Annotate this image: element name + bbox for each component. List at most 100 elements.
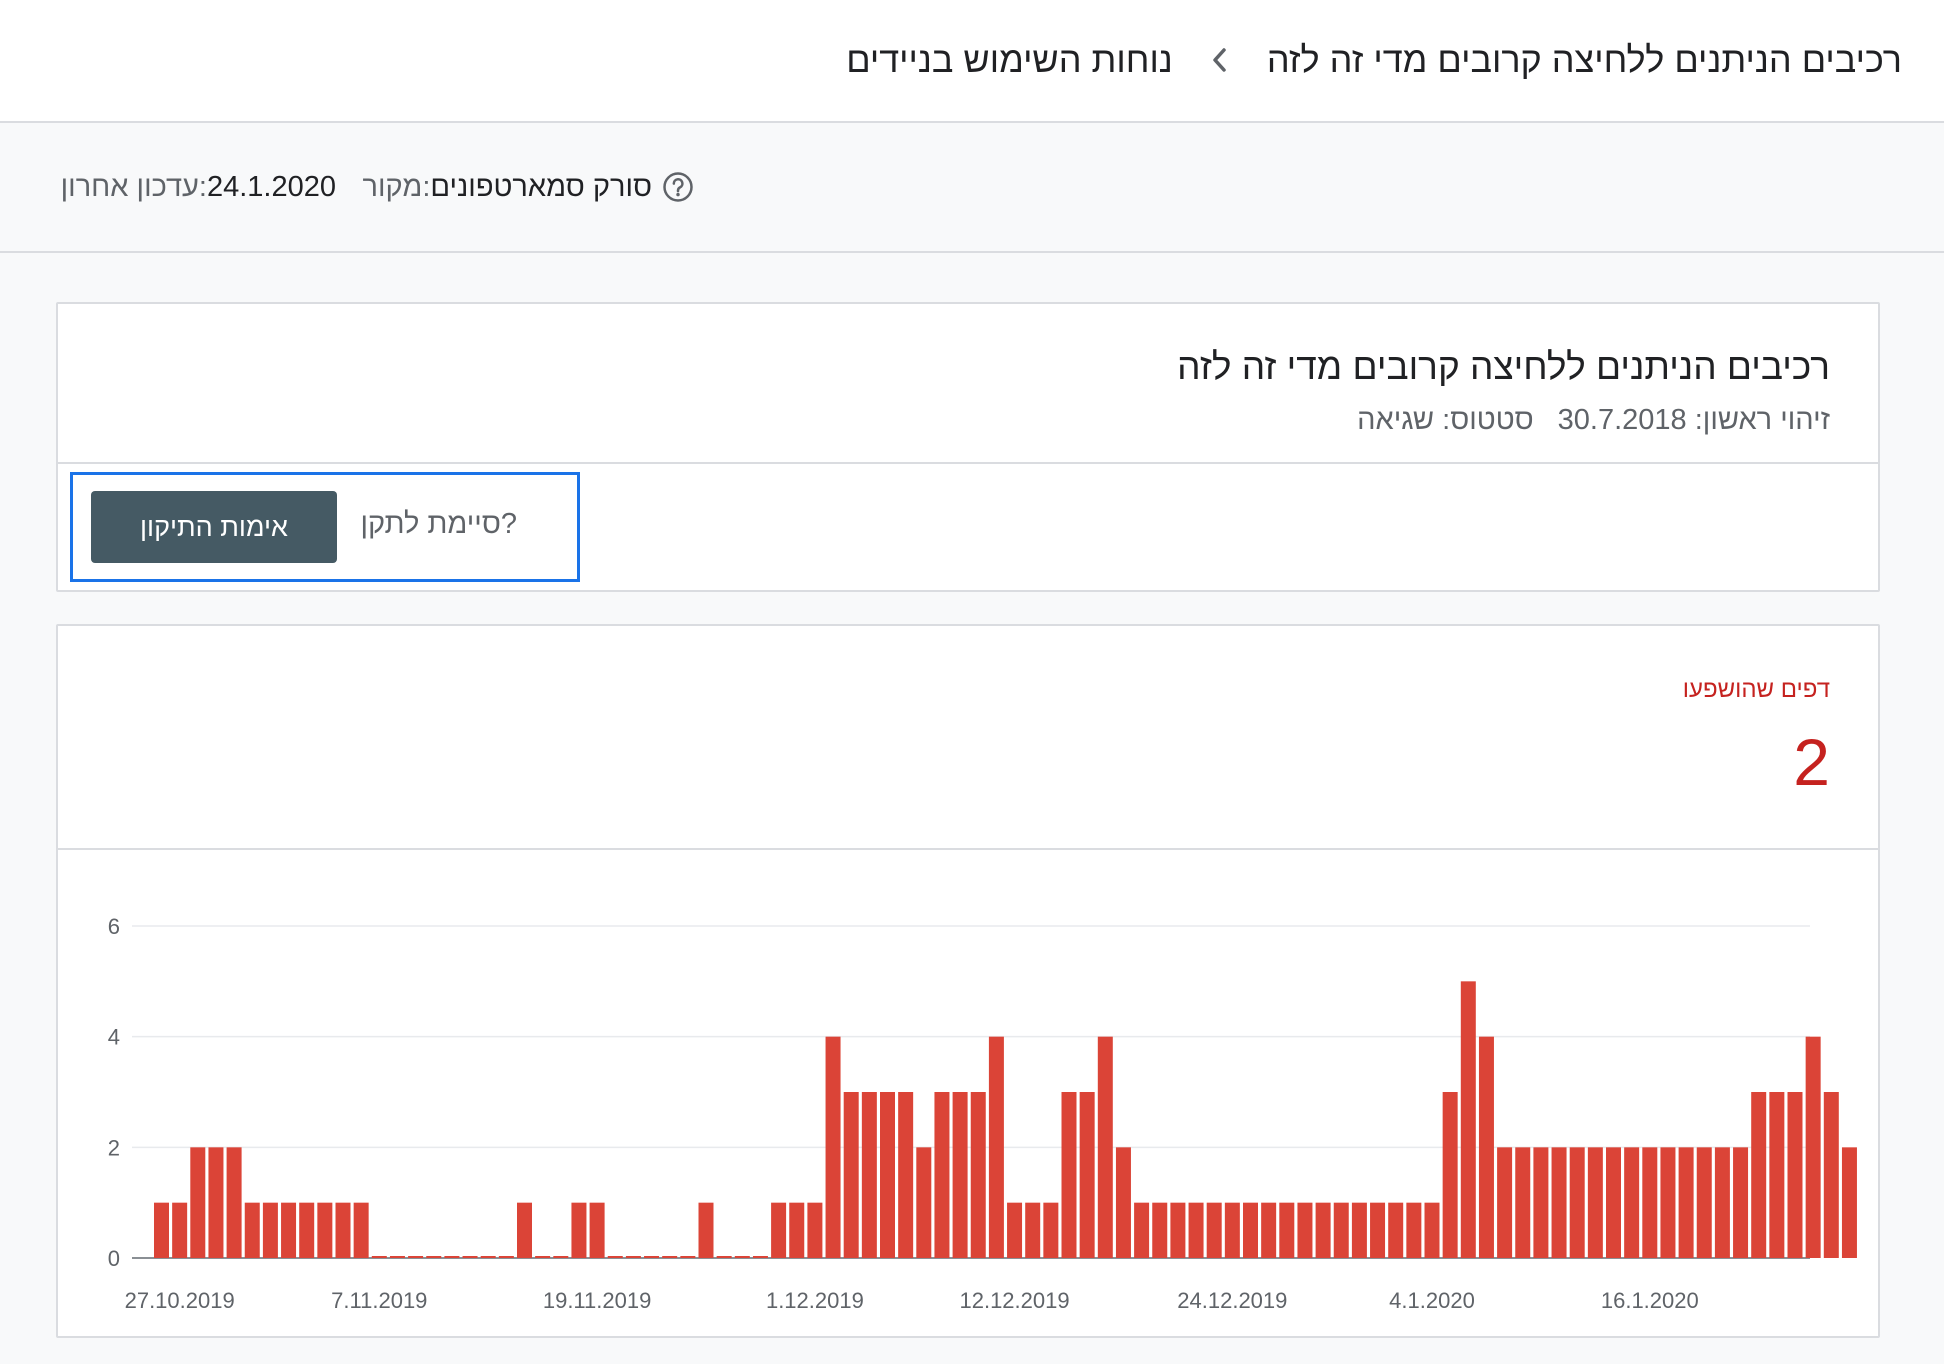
bar [716,1256,732,1258]
status-label: סטטוס: [1442,404,1534,436]
bar [498,1256,514,1258]
bar [299,1202,315,1258]
bar [226,1147,242,1258]
card-divider [58,462,1878,464]
status-value: שגיאה [1357,404,1435,436]
x-tick-label: 19.11.2019 [543,1288,651,1313]
bar [1769,1092,1785,1258]
header-bar: נוחות השימוש בניידים רכיבים הניתנים ללחי… [0,0,1944,123]
bar [1025,1202,1041,1258]
x-tick-label: 27.10.2019 [125,1288,235,1313]
first-detected-label: זיהוי ראשון: [1694,404,1830,436]
affected-pages-value: 2 [1793,725,1830,799]
bar [1660,1147,1676,1258]
bar [571,1202,587,1258]
bar [698,1202,714,1258]
bar [1333,1202,1349,1258]
updated-group: עדכון אחרון: 24.1.2020 [61,167,344,207]
bar [408,1256,424,1258]
bar [535,1256,551,1258]
bar [1569,1147,1585,1258]
x-tick-label: 7.11.2019 [331,1288,427,1313]
bar [462,1256,478,1258]
y-tick-label: 2 [108,1135,120,1160]
bar [1351,1202,1367,1258]
bar [1497,1147,1513,1258]
bar [1823,1092,1839,1258]
x-tick-label: 12.12.2019 [959,1288,1069,1313]
bar [1152,1202,1168,1258]
updated-label: עדכון אחרון: [60,170,207,203]
bar [1460,981,1476,1258]
validate-fix-panel: סיימת לתקן? אימות התיקון [70,472,580,582]
bar [880,1092,895,1258]
issue-card: רכיבים הניתנים ללחיצה קרובים מדי זה לזה … [56,302,1880,592]
status: סטטוס: שגיאה [1357,404,1534,437]
bar [789,1202,805,1258]
bar [625,1256,641,1258]
bar [916,1147,932,1258]
bar [244,1202,260,1258]
bar [1406,1202,1422,1258]
bar [1533,1147,1549,1258]
bar [589,1202,605,1258]
bar [1097,1036,1113,1258]
bar [208,1147,224,1258]
bar [1134,1202,1150,1258]
bar [1279,1202,1295,1258]
bar [426,1256,442,1258]
breadcrumb: נוחות השימוש בניידים רכיבים הניתנים ללחי… [846,32,1902,88]
validate-fix-button[interactable]: אימות התיקון [91,491,337,563]
bar [1787,1092,1803,1258]
first-detected-value: 30.7.2018 [1557,404,1687,436]
first-detected: זיהוי ראשון: 30.7.2018 [1558,404,1830,437]
breadcrumb-root-link[interactable]: נוחות השימוש בניידים [846,39,1173,81]
y-tick-label: 6 [108,914,120,939]
bar [1606,1147,1621,1258]
bar [898,1092,914,1258]
affected-pages-label: דפים שהושפעו [1682,676,1830,703]
bar [1115,1147,1131,1258]
bar [480,1256,496,1258]
help-circle-icon[interactable] [662,171,694,203]
bar [1206,1202,1222,1258]
bar [1442,1092,1458,1258]
bar [1624,1147,1640,1258]
bar [353,1202,369,1258]
bar [861,1092,877,1258]
x-tick-label: 4.1.2020 [1389,1288,1475,1313]
bar [389,1256,405,1258]
affected-pages-chart: 0 2 4 6 27.10.2019 7.11.2019 19.11.2019 1.12.20… [108,914,1857,1313]
bar [1805,1036,1821,1258]
bar [1388,1202,1404,1258]
bar [1678,1147,1694,1258]
bar [1261,1202,1277,1258]
updated-value: 24.1.2020 [206,170,336,203]
bar [988,1036,1004,1258]
bar [1751,1092,1767,1258]
bar [1714,1147,1730,1258]
bar [1061,1092,1077,1258]
bar [444,1256,460,1258]
source-group: מקור: סורק סמארטפונים [363,167,706,207]
bar [190,1147,206,1258]
bar [517,1202,532,1258]
source-label: מקור: [362,170,431,203]
bar [1315,1202,1331,1258]
bar [1297,1202,1313,1258]
bar [970,1092,986,1258]
bar [1224,1202,1240,1258]
chart-card: דפים שהושפעו 2 0 2 4 6 27.10.2019 7.11.2019 19… [56,624,1880,1338]
y-tick-label: 4 [108,1025,120,1050]
bar [154,1202,169,1258]
bar [644,1256,660,1258]
bar [1733,1147,1749,1258]
bar [662,1256,678,1258]
bar [1043,1202,1059,1258]
bar [1170,1202,1186,1258]
bar [553,1256,569,1258]
bar [371,1256,387,1258]
bar [1515,1147,1531,1258]
issue-title: רכיבים הניתנים ללחיצה קרובים מדי זה לזה [1177,346,1830,387]
bar [317,1202,333,1258]
